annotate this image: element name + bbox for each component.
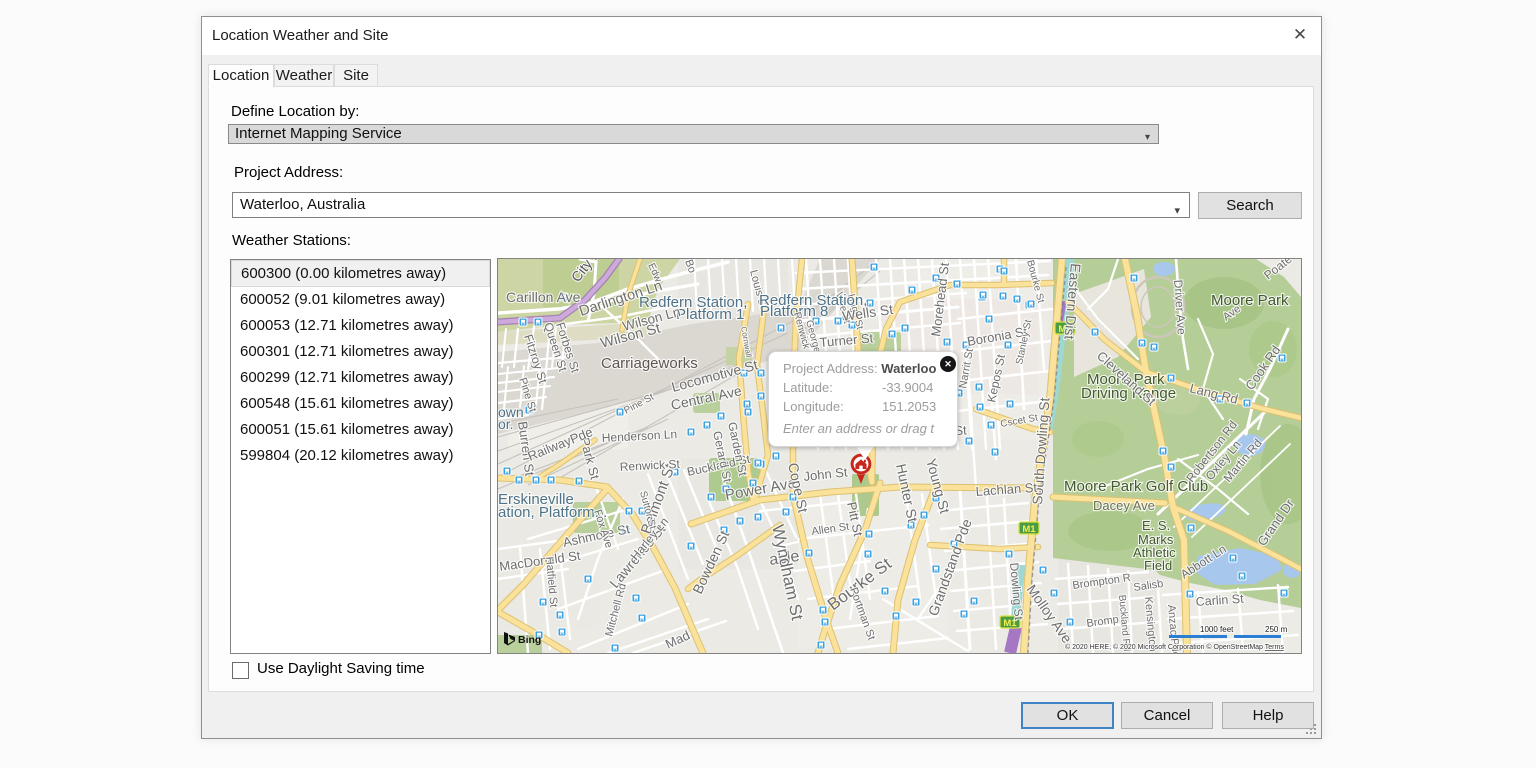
svg-text:250 m: 250 m [1265,625,1288,634]
svg-text:E. S.: E. S. [1142,518,1170,533]
svg-text:ation, Platform...: ation, Platform... [498,504,607,521]
svg-text:© 2020 HERE, © 2020 Microsoft: © 2020 HERE, © 2020 Microsoft Corporatio… [1065,643,1284,651]
svg-text:Platform 1: Platform 1 [676,306,744,323]
svg-text:Carriageworks: Carriageworks [601,355,698,372]
svg-text:1000 feet: 1000 feet [1200,625,1234,634]
svg-text:Carillon Ave: Carillon Ave [506,289,581,305]
svg-text:Bing: Bing [518,634,541,646]
svg-text:Moore Park: Moore Park [1211,292,1289,309]
svg-text:Dacey Ave: Dacey Ave [1093,498,1155,513]
svg-text:or.: or. [498,416,514,432]
svg-text:Moore Park Golf Club: Moore Park Golf Club [1064,478,1208,495]
svg-text:M1: M1 [1022,524,1036,535]
svg-text:Field: Field [1144,558,1172,573]
